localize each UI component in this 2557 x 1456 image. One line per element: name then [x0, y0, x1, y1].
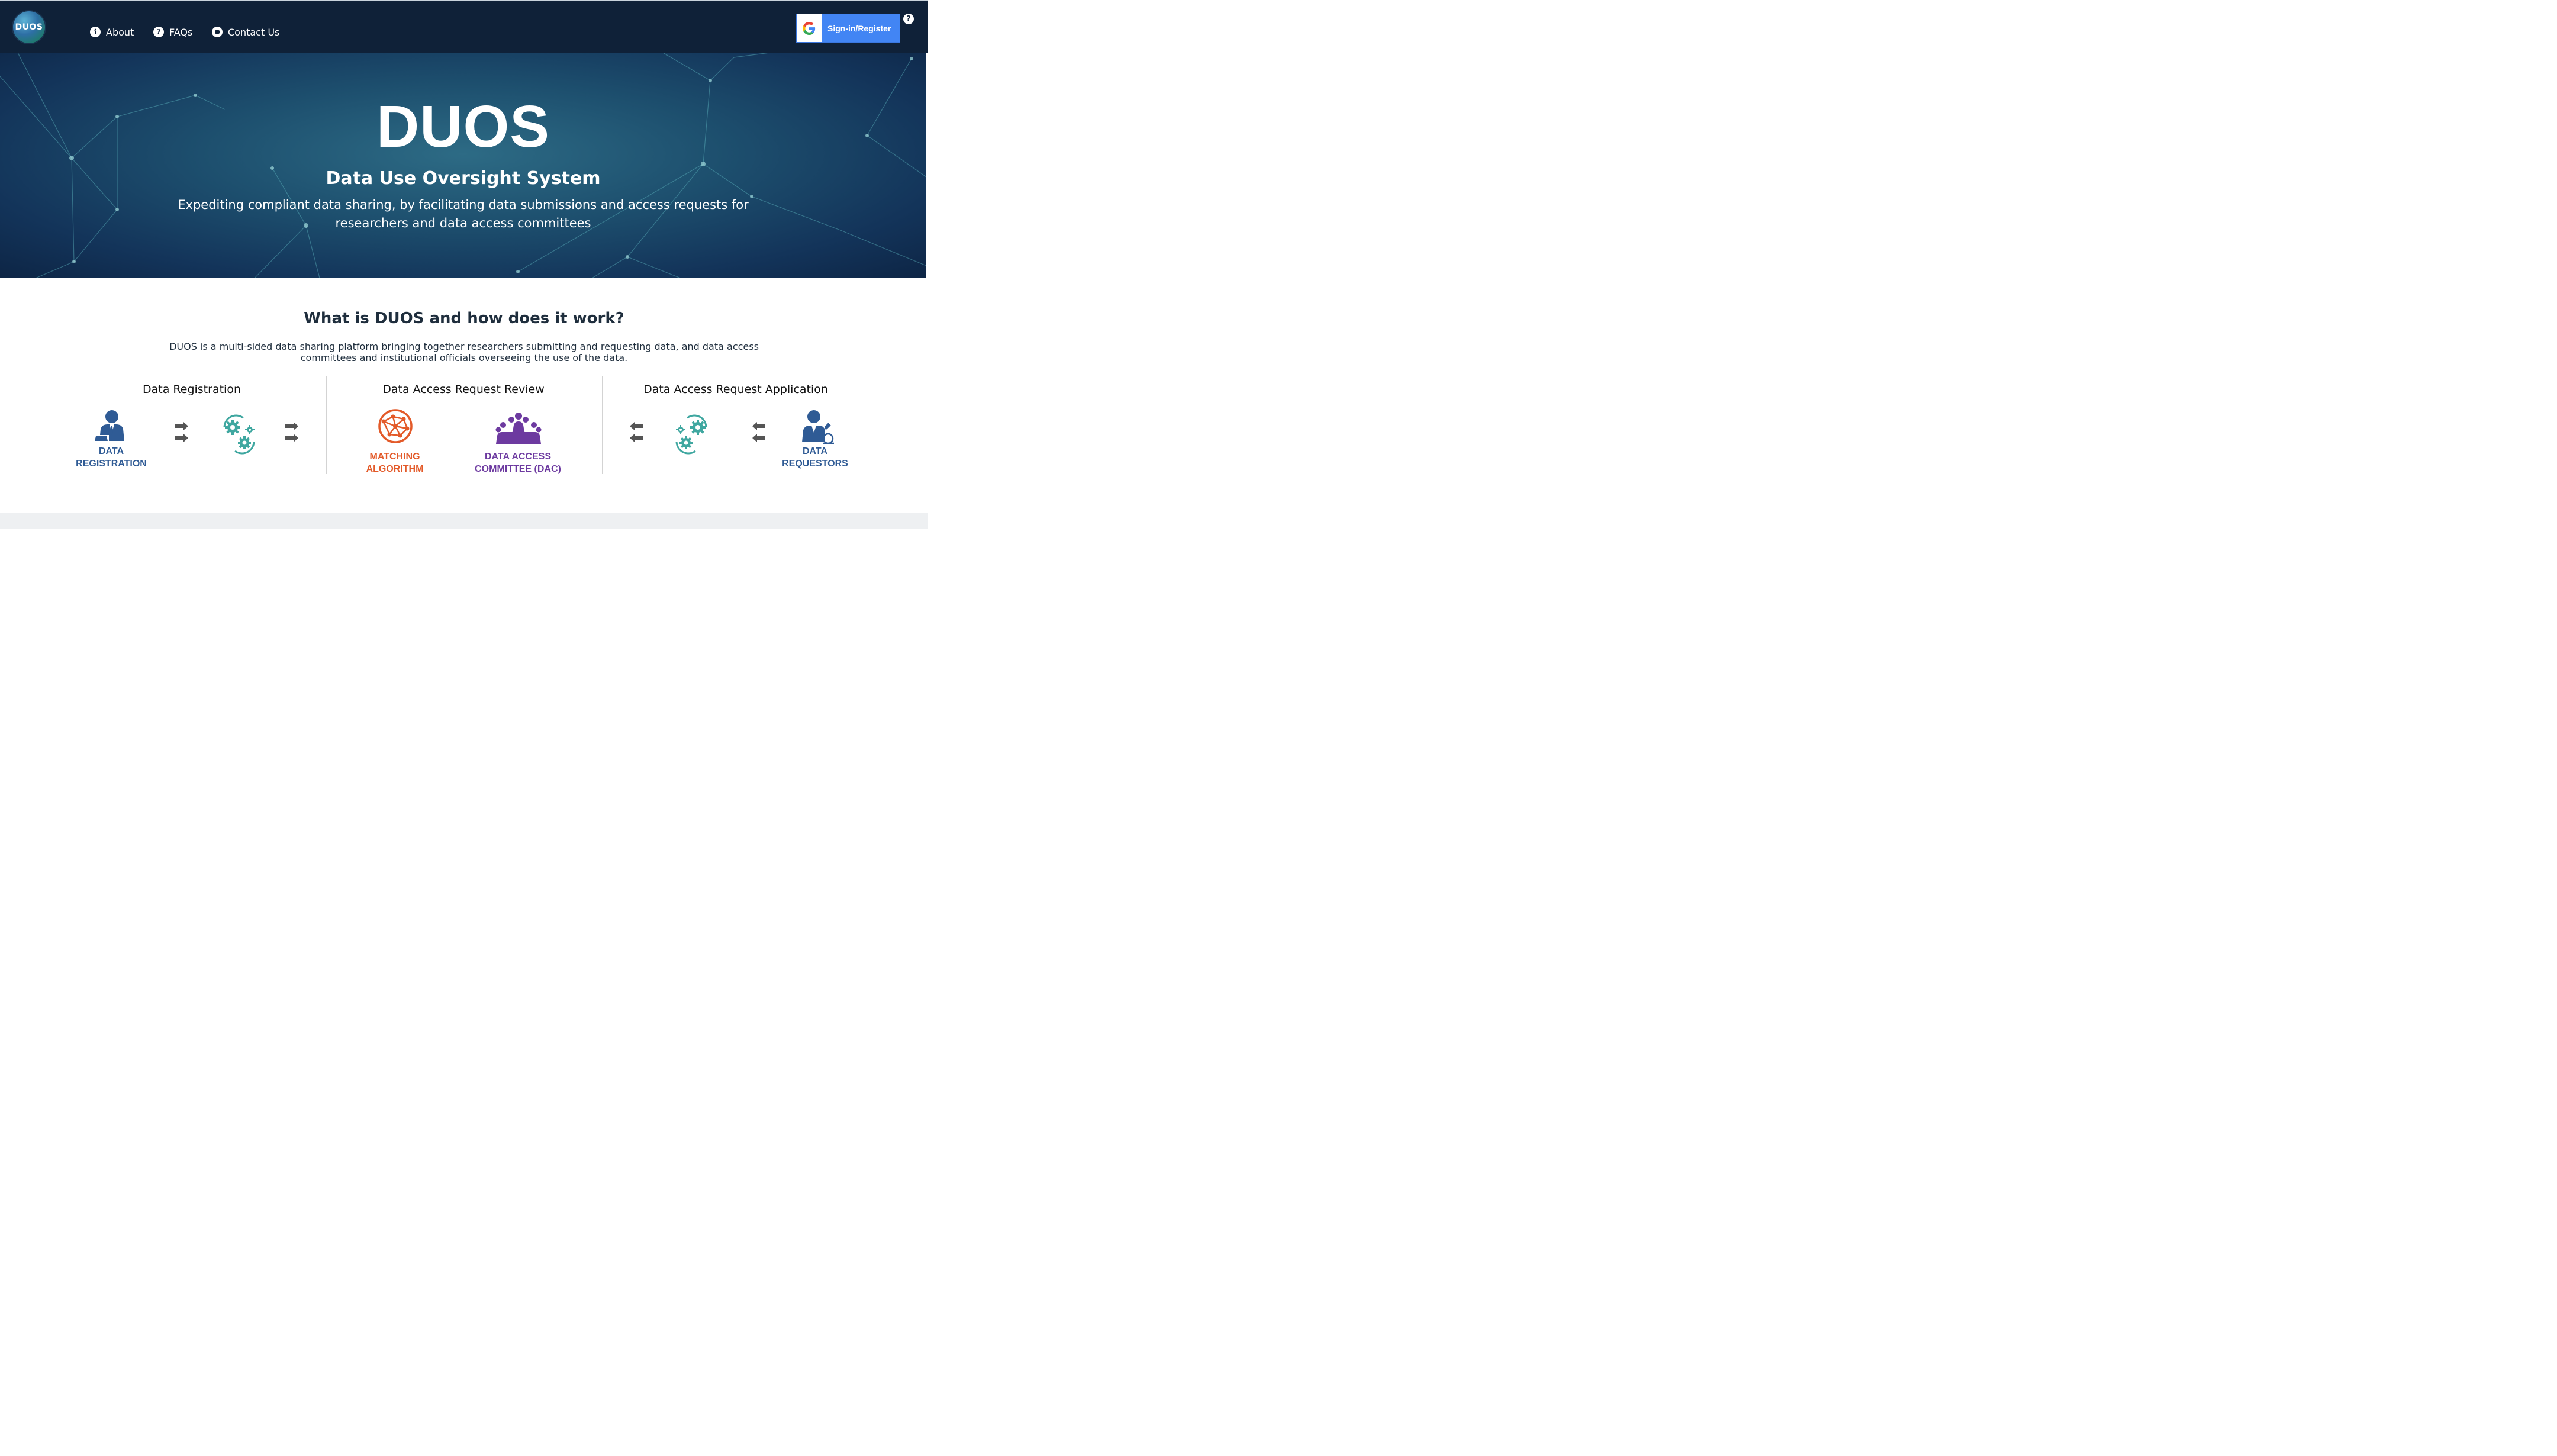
arrows-left-icon: [630, 422, 643, 442]
column-title-data-registration: Data Registration: [143, 383, 241, 396]
data-requestor-scientist-icon: [802, 410, 834, 444]
caption-data-requestors: DATA REQUESTORS: [782, 446, 848, 469]
logo-text: DUOS: [15, 22, 43, 32]
column-divider: [326, 376, 327, 474]
section-description: DUOS is a multi-sided data sharing platf…: [169, 341, 759, 363]
nav-contact[interactable]: Contact Us: [212, 25, 279, 39]
hero-description: Expediting compliant data sharing, by fa…: [178, 198, 749, 230]
caption-dac: DATA ACCESS COMMITTEE (DAC): [475, 452, 561, 474]
signin-label: Sign-in/Register: [827, 23, 891, 33]
column-title-dar-application: Data Access Request Application: [643, 383, 828, 396]
info-icon: i: [90, 27, 101, 37]
nav-faqs-label: FAQs: [169, 26, 193, 38]
column-divider: [602, 376, 603, 474]
help-question-icon[interactable]: ?: [903, 14, 914, 24]
column-title-dar-review: Data Access Request Review: [382, 383, 545, 396]
matching-algorithm-network-icon: [378, 409, 413, 443]
gears-process-icon: [675, 414, 707, 455]
hero-banner: DUOS Data Use Oversight System Expeditin…: [0, 53, 926, 278]
google-icon: [797, 14, 822, 42]
top-navbar: DUOS i About ? FAQs Contact Us Sign-in/R…: [0, 0, 928, 53]
arrows-left-icon: [752, 422, 765, 442]
question-icon: ?: [153, 27, 164, 37]
footer-band: [0, 513, 928, 529]
gears-process-icon: [223, 414, 255, 455]
section-title: What is DUOS and how does it work?: [304, 310, 624, 327]
arrows-right-icon: [285, 422, 298, 442]
nav-about[interactable]: i About: [90, 25, 134, 39]
network-background-graphic: [0, 53, 926, 278]
data-registration-person-icon: [95, 410, 124, 441]
nav-about-label: About: [106, 26, 134, 38]
hero-subtitle: Data Use Oversight System: [326, 168, 601, 189]
caption-data-registration: DATA REGISTRATION: [76, 446, 147, 469]
caption-matching-algorithm: MATCHING ALGORITHM: [366, 452, 424, 474]
nav-faqs[interactable]: ? FAQs: [153, 25, 192, 39]
arrows-right-icon: [175, 422, 188, 442]
signin-register-button[interactable]: Sign-in/Register: [796, 14, 900, 43]
dac-committee-group-icon: [495, 413, 542, 444]
nav-contact-label: Contact Us: [228, 26, 280, 38]
chat-icon: [212, 27, 223, 37]
duos-logo[interactable]: DUOS: [13, 11, 45, 43]
hero-title: DUOS: [376, 94, 550, 160]
